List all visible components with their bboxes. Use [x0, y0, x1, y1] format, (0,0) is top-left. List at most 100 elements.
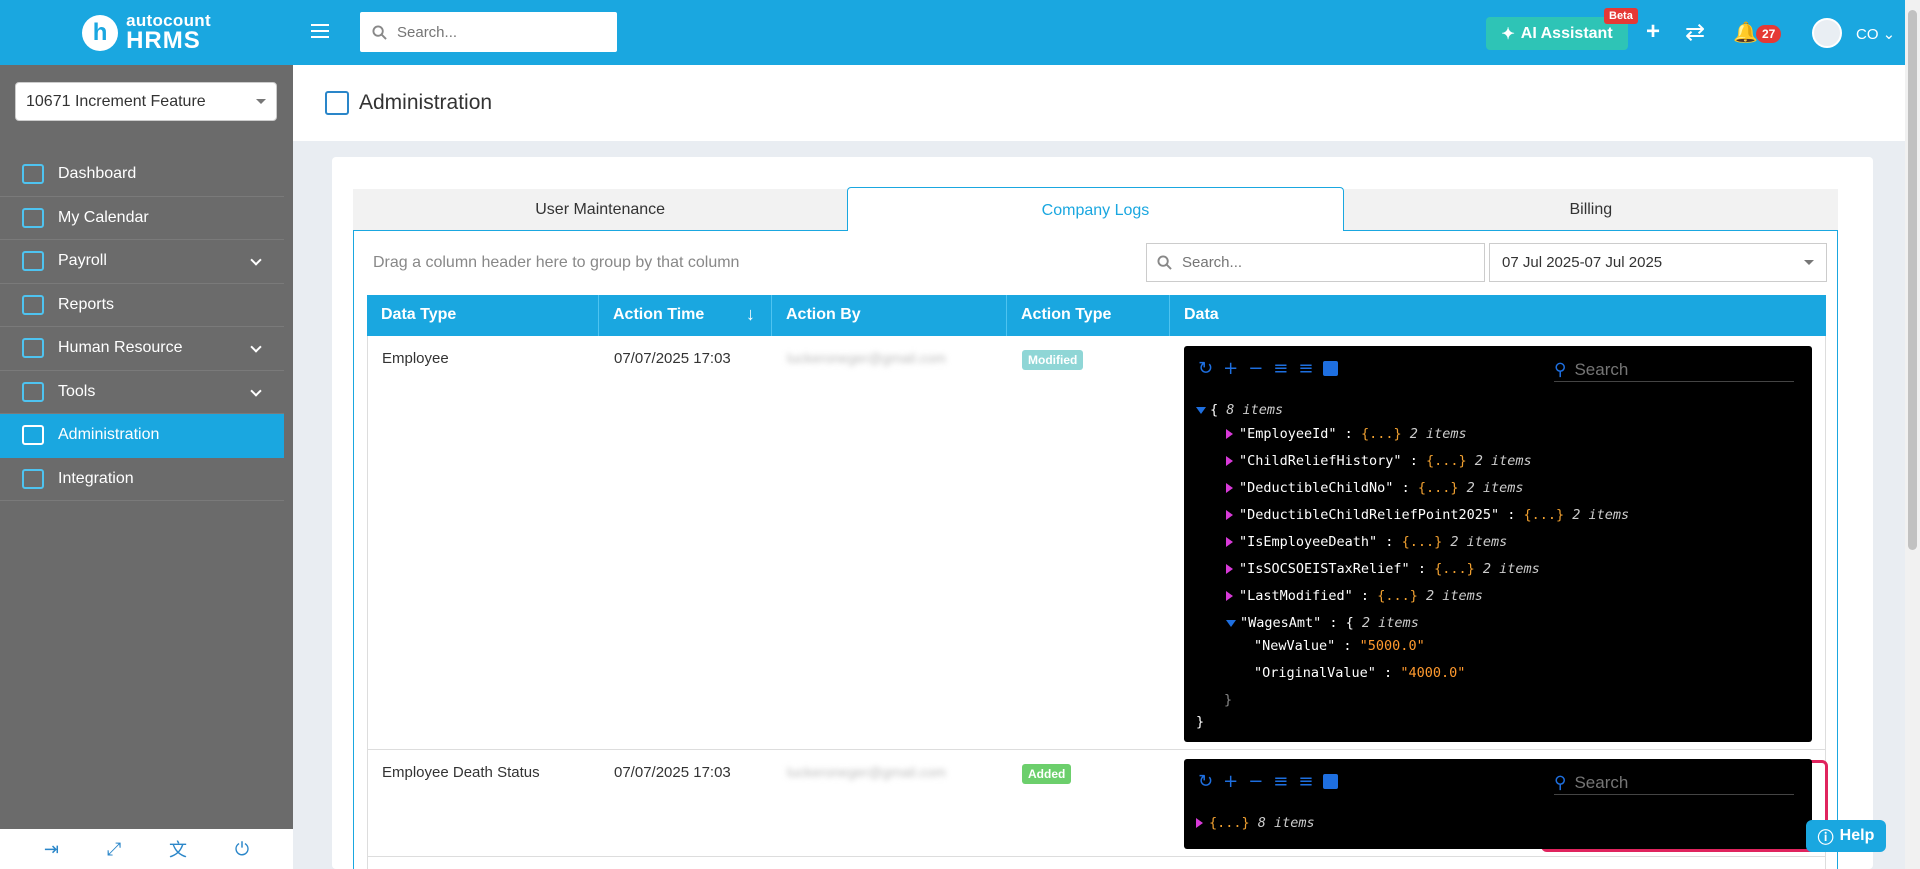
- tab-user-maintenance[interactable]: User Maintenance: [353, 189, 848, 231]
- expand-all-icon[interactable]: +: [1223, 358, 1238, 379]
- column-header-data[interactable]: Data: [1170, 295, 1826, 336]
- chevron-down-icon: [250, 384, 262, 397]
- copy-icon[interactable]: [1323, 774, 1339, 789]
- sidebar-item-integration[interactable]: Integration: [0, 458, 284, 501]
- logout-arrow-icon[interactable]: ⇥: [44, 839, 59, 860]
- sidebar-item-label: Administration: [58, 426, 160, 444]
- column-header-label: Action Time: [613, 306, 705, 323]
- grid-search-input[interactable]: [1182, 254, 1462, 271]
- json-node[interactable]: "IsEmployeeDeath" : {...} 2 items: [1226, 534, 1507, 550]
- json-close-brace: }: [1224, 692, 1233, 708]
- company-select[interactable]: 10671 Increment Feature: [15, 82, 277, 121]
- indent-icon[interactable]: ≡: [1273, 358, 1288, 379]
- cell-action-by: luckeroneger@gmail.com: [787, 350, 946, 366]
- integration-icon: [22, 468, 44, 489]
- json-ellipsis: {...}: [1417, 480, 1459, 496]
- sidebar-item-reports[interactable]: Reports: [0, 284, 284, 327]
- sidebar-item-label: Reports: [58, 295, 115, 313]
- tab-company-logs[interactable]: Company Logs: [847, 187, 1344, 231]
- cell-action-time: 07/07/2025 17:03: [614, 350, 731, 367]
- json-node[interactable]: "EmployeeId" : {...} 2 items: [1226, 426, 1467, 442]
- date-range-select[interactable]: 07 Jul 2025-07 Jul 2025: [1489, 243, 1827, 282]
- json-toolbar: ↻ + − ≡ ≡: [1198, 771, 1339, 792]
- json-node[interactable]: "DeductibleChildReliefPoint2025" : {...}…: [1226, 507, 1629, 523]
- brand-logo[interactable]: h autocount HRMS: [0, 0, 293, 65]
- json-count: 2 items: [1409, 426, 1467, 442]
- sidebar-item-payroll[interactable]: Payroll: [0, 240, 284, 284]
- json-node[interactable]: "DeductibleChildNo" : {...} 2 items: [1226, 480, 1524, 496]
- json-count: 2 items: [1450, 534, 1508, 550]
- json-node[interactable]: "LastModified" : {...} 2 items: [1226, 588, 1483, 604]
- column-header-action-time[interactable]: Action Time ↓: [599, 295, 772, 336]
- json-count: 8 items: [1257, 815, 1315, 831]
- user-initials: CO: [1856, 26, 1879, 43]
- outdent-icon[interactable]: ≡: [1298, 358, 1313, 379]
- json-ellipsis: {...}: [1360, 426, 1402, 442]
- sidebar-item-label: Human Resource: [58, 339, 183, 357]
- refresh-icon[interactable]: ↻: [1198, 771, 1213, 792]
- page-scrollbar[interactable]: [1905, 0, 1920, 869]
- bell-icon[interactable]: 🔔: [1733, 20, 1758, 45]
- sidebar-item-dashboard[interactable]: Dashboard: [0, 153, 284, 197]
- add-icon[interactable]: +: [1646, 18, 1660, 46]
- json-node-expanded[interactable]: "WagesAmt" : { 2 items: [1226, 615, 1419, 631]
- column-header-action-by[interactable]: Action By: [772, 295, 1007, 336]
- json-root-node[interactable]: {...} 8 items: [1196, 815, 1315, 831]
- tab-bar: User Maintenance Company Logs Billing: [353, 187, 1838, 231]
- brand-line2: HRMS: [126, 27, 201, 54]
- ai-assistant-label: AI Assistant: [1520, 24, 1613, 42]
- help-button[interactable]: ⓘ Help: [1806, 820, 1886, 852]
- user-menu[interactable]: CO ⌄: [1856, 25, 1895, 43]
- collapse-all-icon[interactable]: −: [1248, 358, 1263, 379]
- caret-right-icon: [1196, 818, 1203, 828]
- copy-icon[interactable]: [1323, 361, 1339, 376]
- json-leaf[interactable]: "NewValue" : "5000.0": [1254, 638, 1425, 654]
- global-search-input[interactable]: [397, 23, 597, 41]
- json-search-input[interactable]: [1574, 359, 1775, 380]
- fullscreen-icon[interactable]: ⤢: [107, 839, 121, 860]
- caret-right-icon: [1226, 456, 1233, 466]
- outdent-icon[interactable]: ≡: [1298, 771, 1313, 792]
- power-icon[interactable]: ⏻: [235, 839, 249, 860]
- column-header-action-type[interactable]: Action Type: [1007, 295, 1170, 336]
- search-icon: ⚲: [1554, 772, 1567, 792]
- json-search-input[interactable]: [1574, 772, 1775, 793]
- json-node[interactable]: "ChildReliefHistory" : {...} 2 items: [1226, 453, 1532, 469]
- table-row[interactable]: [367, 857, 1826, 869]
- json-search[interactable]: ⚲: [1554, 771, 1794, 795]
- column-header-data-type[interactable]: Data Type: [367, 295, 599, 336]
- global-search[interactable]: [360, 12, 617, 52]
- json-search[interactable]: ⚲: [1554, 358, 1794, 382]
- caret-right-icon: [1226, 537, 1233, 547]
- refresh-icon[interactable]: ↻: [1198, 358, 1213, 379]
- json-leaf[interactable]: "OriginalValue" : "4000.0": [1254, 665, 1465, 681]
- grid-search[interactable]: [1146, 243, 1485, 282]
- sidebar-item-human-resource[interactable]: Human Resource: [0, 327, 284, 371]
- sidebar-item-administration[interactable]: Administration: [0, 414, 284, 458]
- json-ellipsis: {...}: [1425, 453, 1467, 469]
- json-toolbar: ↻ + − ≡ ≡: [1198, 358, 1339, 379]
- sidebar-item-tools[interactable]: Tools: [0, 371, 284, 414]
- main-card: User Maintenance Company Logs Billing Dr…: [332, 157, 1873, 869]
- collapse-all-icon[interactable]: −: [1248, 771, 1263, 792]
- search-icon: ⚲: [1554, 359, 1567, 379]
- date-range-value: 07 Jul 2025-07 Jul 2025: [1502, 254, 1663, 271]
- json-count: 8 items: [1226, 402, 1284, 418]
- avatar[interactable]: [1812, 18, 1842, 48]
- expand-all-icon[interactable]: +: [1223, 771, 1238, 792]
- menu-toggle-icon[interactable]: [311, 24, 329, 38]
- tab-billing[interactable]: Billing: [1343, 189, 1838, 231]
- scrollbar-thumb[interactable]: [1908, 10, 1917, 550]
- json-key: "DeductibleChildNo": [1239, 480, 1394, 496]
- json-key: "OriginalValue": [1254, 665, 1376, 681]
- json-key: "WagesAmt": [1240, 615, 1322, 631]
- indent-icon[interactable]: ≡: [1273, 771, 1288, 792]
- translate-icon[interactable]: 文: [169, 836, 187, 862]
- json-node[interactable]: "IsSOCSOEISTaxRelief" : {...} 2 items: [1226, 561, 1540, 577]
- json-root-node[interactable]: { 8 items: [1196, 402, 1283, 418]
- group-panel-hint[interactable]: Drag a column header here to group by th…: [373, 254, 739, 272]
- sync-icon[interactable]: ⇄: [1685, 18, 1705, 47]
- sidebar-item-my-calendar[interactable]: My Calendar: [0, 197, 284, 240]
- top-bar: ✦ AI Assistant Beta + ⇄ 🔔 27 CO ⌄: [293, 0, 1920, 65]
- help-label: Help: [1839, 827, 1875, 844]
